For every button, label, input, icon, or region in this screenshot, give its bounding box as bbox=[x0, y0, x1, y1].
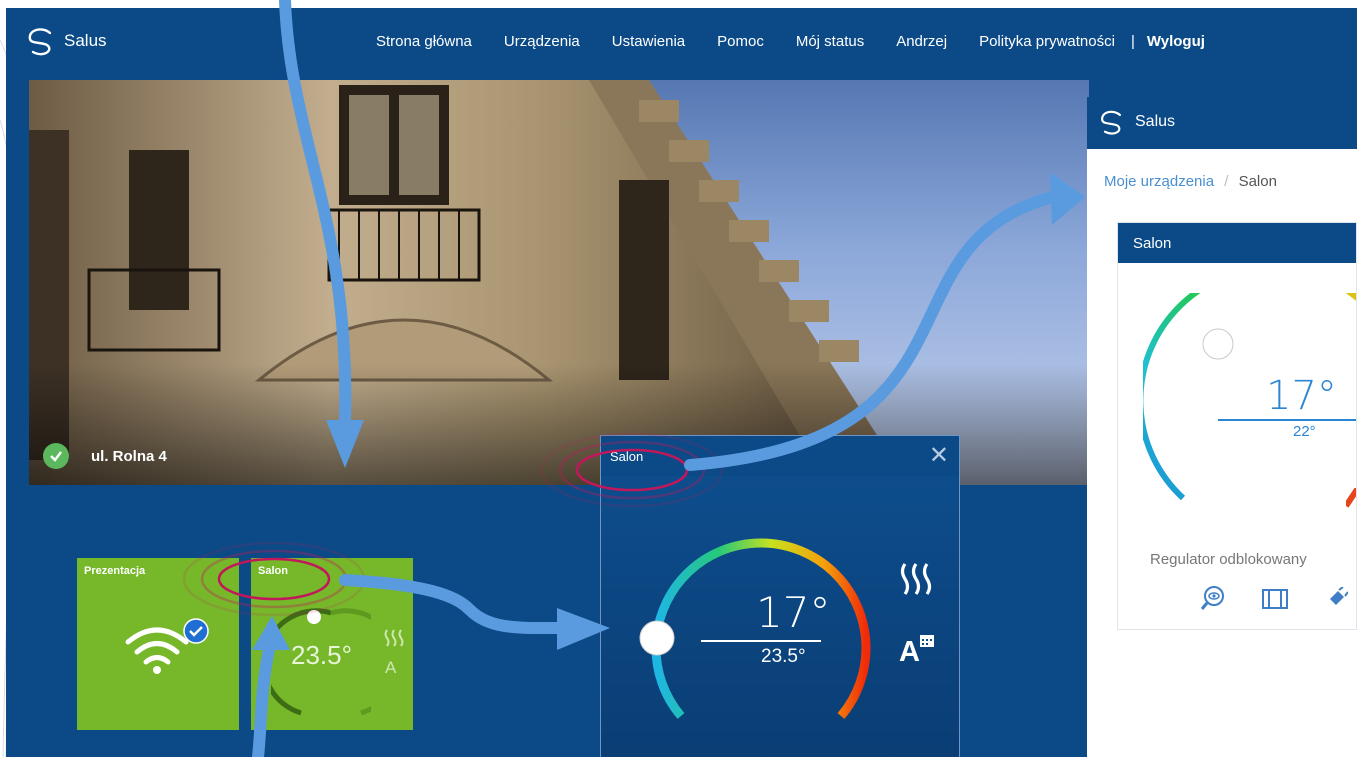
auto-mode-icon[interactable]: A bbox=[899, 636, 920, 669]
app-title: Salus bbox=[64, 31, 107, 50]
heating-icon[interactable] bbox=[897, 561, 935, 597]
device-current-temperature: 22° bbox=[1293, 423, 1316, 440]
schedule-icon[interactable] bbox=[1262, 589, 1288, 609]
location-photo[interactable]: ul. Rolna 4 bbox=[29, 80, 1089, 485]
device-setpoint: 17° bbox=[1266, 373, 1337, 419]
breadcrumb: Moje urządzenia / Salon bbox=[1104, 173, 1277, 190]
thermostat-dial bbox=[639, 538, 871, 719]
nav-link-devices[interactable]: Urządzenia bbox=[504, 33, 580, 50]
tile-presentation[interactable]: Prezentacja bbox=[77, 558, 239, 730]
calendar-icon bbox=[920, 635, 934, 647]
nav-link-my-status[interactable]: Mój status bbox=[796, 33, 864, 50]
breadcrumb-parent[interactable]: Moje urządzenia bbox=[1104, 173, 1214, 190]
device-card: Salon 17° 22° Regulator odblokowany bbox=[1117, 222, 1357, 630]
tile-salon-title: Salon bbox=[258, 565, 288, 577]
heating-icon bbox=[384, 629, 404, 647]
close-icon[interactable]: ✕ bbox=[929, 441, 949, 470]
device-card-title: Salon bbox=[1133, 235, 1172, 252]
nav-link-user[interactable]: Andrzej bbox=[896, 33, 947, 50]
logout-link[interactable]: Wyloguj bbox=[1147, 33, 1205, 50]
nav-separator: | bbox=[1130, 33, 1135, 50]
nav-links: Strona główna Urządzenia Ustawienia Pomo… bbox=[376, 33, 1205, 50]
popup-divider bbox=[701, 640, 821, 642]
device-divider bbox=[1218, 419, 1356, 421]
building-illustration bbox=[29, 80, 1089, 485]
tile-salon[interactable]: Salon 23.5° A bbox=[251, 558, 413, 730]
tile-presentation-title: Prezentacja bbox=[84, 565, 146, 577]
nav-link-privacy[interactable]: Polityka prywatności bbox=[979, 33, 1115, 50]
nav-link-home[interactable]: Strona główna bbox=[376, 33, 472, 50]
auto-mode-icon: A bbox=[385, 658, 397, 677]
panel-navbar: Salus bbox=[1087, 97, 1357, 149]
nav-link-help[interactable]: Pomoc bbox=[717, 33, 764, 50]
popup-current-temperature: 23.5° bbox=[761, 646, 806, 667]
check-icon bbox=[43, 443, 69, 469]
top-navigation: Salus Strona główna Urządzenia Ustawieni… bbox=[6, 8, 1357, 78]
plug-icon[interactable] bbox=[1324, 587, 1348, 611]
salus-logo-icon bbox=[28, 28, 52, 56]
popup-title: Salon bbox=[610, 449, 644, 464]
salon-popup: Salon ✕ 17° 23.5° A bbox=[600, 435, 960, 757]
view-icon[interactable] bbox=[1200, 585, 1226, 611]
nav-link-settings[interactable]: Ustawienia bbox=[612, 33, 685, 50]
device-lock-status: Regulator odblokowany bbox=[1150, 551, 1307, 568]
tile-salon-temperature: 23.5° bbox=[291, 640, 353, 670]
location-caption: ul. Rolna 4 bbox=[43, 443, 167, 469]
device-card-header: Salon bbox=[1118, 223, 1356, 263]
verified-check-icon bbox=[183, 618, 209, 644]
dial-red-end bbox=[1346, 488, 1356, 508]
panel-app-title: Salus bbox=[1135, 113, 1176, 130]
popup-header: Salon ✕ bbox=[601, 436, 959, 476]
location-name: ul. Rolna 4 bbox=[91, 447, 167, 465]
device-panel: Salus Moje urządzenia / Salon Salon 17° bbox=[1087, 97, 1357, 757]
breadcrumb-current: Salon bbox=[1238, 173, 1277, 190]
salus-logo[interactable]: Salus bbox=[24, 24, 107, 58]
popup-setpoint: 17° bbox=[756, 588, 831, 637]
salus-logo-icon bbox=[1101, 110, 1121, 135]
panel-logo[interactable]: Salus bbox=[1097, 107, 1175, 137]
breadcrumb-separator: / bbox=[1224, 173, 1229, 190]
